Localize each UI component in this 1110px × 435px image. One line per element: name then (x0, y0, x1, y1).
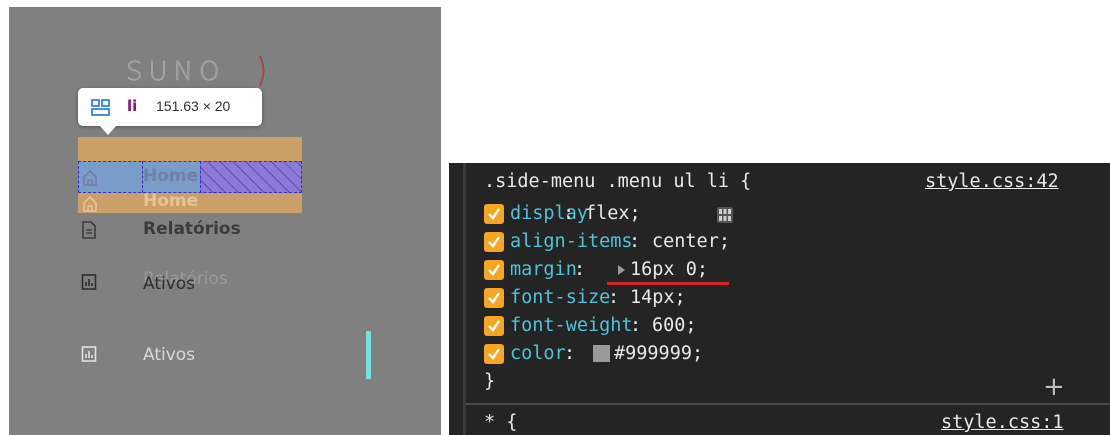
checkbox-checked-icon[interactable] (484, 344, 504, 364)
document-icon (82, 221, 96, 239)
menu-item-relatorios[interactable]: Relatórios (143, 219, 241, 239)
grid-layout-icon (91, 99, 110, 116)
tooltip-dimensions: 151.63 × 20 (156, 98, 231, 114)
rule-close-brace: } (484, 371, 496, 392)
declaration-property[interactable]: color (510, 341, 566, 367)
colon: : (608, 287, 620, 308)
declaration-value[interactable]: 14px; (630, 285, 686, 311)
menu-item-home[interactable]: Home (143, 166, 198, 186)
colon: : (564, 343, 576, 364)
styles-pane: .side-menu .menu ul li { style.css:42 di… (449, 163, 1110, 435)
expand-arrow-icon[interactable] (618, 265, 625, 275)
declaration-value[interactable]: 16px 0; (630, 257, 708, 283)
flex-layout-icon[interactable] (717, 207, 733, 223)
declaration-property[interactable]: font-size (510, 285, 610, 311)
css-selector[interactable]: * { (484, 410, 517, 435)
menu-item-ativos[interactable]: Ativos (143, 274, 195, 294)
declaration-property[interactable]: font-weight (510, 313, 633, 339)
rule-divider (466, 403, 1110, 405)
chart-icon (81, 274, 97, 290)
checkbox-checked-icon[interactable] (484, 232, 504, 252)
checkbox-checked-icon[interactable] (484, 204, 504, 224)
declaration-value[interactable]: 600; (652, 313, 697, 339)
colon: : (630, 315, 642, 336)
active-indicator (366, 331, 371, 379)
suno-logo: SUNO (126, 57, 226, 88)
declaration-value[interactable]: #999999; (614, 341, 703, 367)
declaration-value[interactable]: center; (652, 229, 730, 255)
checkbox-checked-icon[interactable] (484, 316, 504, 336)
home-icon (83, 169, 97, 186)
menu-item-home-ghost: Home (143, 191, 199, 211)
declaration-property[interactable]: align-items (510, 229, 633, 255)
tooltip-arrow (99, 125, 117, 135)
checkbox-checked-icon[interactable] (484, 260, 504, 280)
chart-icon (81, 346, 97, 362)
declaration-property[interactable]: margin (510, 257, 577, 283)
colon: : (629, 231, 641, 252)
flex-item-divider (200, 161, 201, 193)
menu-item-ativos-ghost: Ativos (143, 345, 196, 365)
app-preview-panel: SUNO li 151.63 × 20 Home Home Relatórios… (9, 7, 441, 435)
logo-paren-icon (259, 55, 267, 87)
tooltip-tag-name: li (127, 97, 138, 115)
declaration-property[interactable]: display (510, 201, 588, 227)
color-swatch[interactable] (593, 345, 610, 362)
declaration-value[interactable]: flex; (585, 201, 641, 227)
home-icon (83, 195, 97, 212)
add-icon[interactable]: + (1043, 372, 1065, 402)
element-tooltip: li 151.63 × 20 (78, 88, 262, 126)
source-link[interactable]: style.css:1 (941, 410, 1064, 435)
css-selector[interactable]: .side-menu .menu ul li { (484, 169, 751, 195)
margin-highlight-top (78, 137, 302, 161)
checkbox-checked-icon[interactable] (484, 288, 504, 308)
colon: : (574, 259, 586, 280)
source-link[interactable]: style.css:42 (925, 169, 1059, 195)
pane-gutter (463, 163, 466, 435)
colon: : (563, 203, 575, 224)
